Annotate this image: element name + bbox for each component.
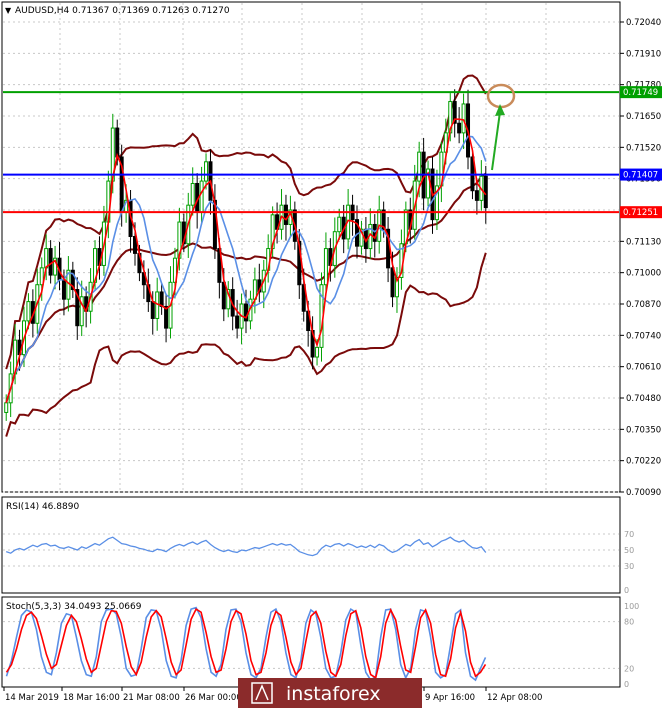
candle-body <box>323 248 328 286</box>
candle-body <box>48 248 53 276</box>
candle-body <box>474 190 479 201</box>
candle-body <box>417 151 422 182</box>
candle-body <box>337 216 342 233</box>
candle-body <box>4 402 9 413</box>
candle-body <box>204 161 209 182</box>
time-label: 9 Apr 16:00 <box>425 693 475 703</box>
price-tick-label: 0.72040 <box>626 18 661 28</box>
resistance-level-label: 0.71749 <box>623 88 658 98</box>
candle-body <box>199 180 204 213</box>
time-label: 14 Mar 2019 <box>5 693 59 703</box>
stoch-title: Stoch(5,3,3) 34.0493 25.0669 <box>6 602 142 612</box>
candle-body <box>283 204 288 225</box>
rsi-level-label: 50 <box>624 546 634 555</box>
watermark-text: instaforex <box>286 683 381 705</box>
price-tick-label: 0.70090 <box>626 488 661 498</box>
candle-body <box>461 103 466 134</box>
price-tick-label: 0.71910 <box>626 49 661 59</box>
price-tick-label: 0.71650 <box>626 112 661 122</box>
time-label: 21 Mar 08:00 <box>123 693 180 703</box>
time-label: 12 Apr 08:00 <box>487 693 542 703</box>
price-tick-label: 0.71130 <box>626 237 661 247</box>
price-tick-label: 0.70870 <box>626 300 661 310</box>
header-symbol-line: AUDUSD,H4 0.71367 0.71369 0.71263 0.7127… <box>15 6 230 16</box>
candle-body <box>150 301 155 319</box>
price-tick-label: 0.70740 <box>626 331 661 341</box>
candle-body <box>457 122 462 134</box>
candle-body <box>390 267 395 298</box>
candle-body <box>26 301 31 322</box>
price-tick-label: 0.70350 <box>626 425 661 435</box>
chart-canvas: 0.720400.719100.717800.716500.715200.713… <box>0 0 665 708</box>
candle-body <box>61 279 66 300</box>
time-label: 26 Mar 00:00 <box>185 693 242 703</box>
rsi-panel <box>1 496 621 594</box>
candle-body <box>115 127 120 158</box>
price-tick-label: 0.70480 <box>626 394 661 404</box>
candle-body <box>159 291 164 307</box>
stoch-level-label: 0 <box>624 680 629 689</box>
stoch-level-label: 80 <box>624 618 634 627</box>
price-tick-label: 0.71000 <box>626 269 661 279</box>
candle-body <box>221 281 226 310</box>
header-symbol-triangle[interactable]: ▼ <box>5 6 12 15</box>
support-level-label: 0.71251 <box>623 208 658 218</box>
rsi-level-label: 70 <box>624 530 634 539</box>
stoch-level-label: 100 <box>624 602 639 611</box>
rsi-level-label: 30 <box>624 562 634 571</box>
candle-body <box>190 182 195 206</box>
pivot-level-label: 0.71407 <box>623 171 658 181</box>
candle-body <box>315 346 320 358</box>
price-tick-label: 0.70610 <box>626 363 661 373</box>
time-label: 18 Mar 16:00 <box>63 693 120 703</box>
rsi-title: RSI(14) 46.8890 <box>6 502 79 512</box>
rsi-level-label: 0 <box>624 586 629 595</box>
candle-body <box>483 175 488 209</box>
price-tick-label: 0.70220 <box>626 457 661 467</box>
price-tick-label: 0.71520 <box>626 143 661 153</box>
candle-body <box>44 248 49 269</box>
stoch-level-label: 20 <box>624 664 634 673</box>
candle-body <box>235 315 240 329</box>
